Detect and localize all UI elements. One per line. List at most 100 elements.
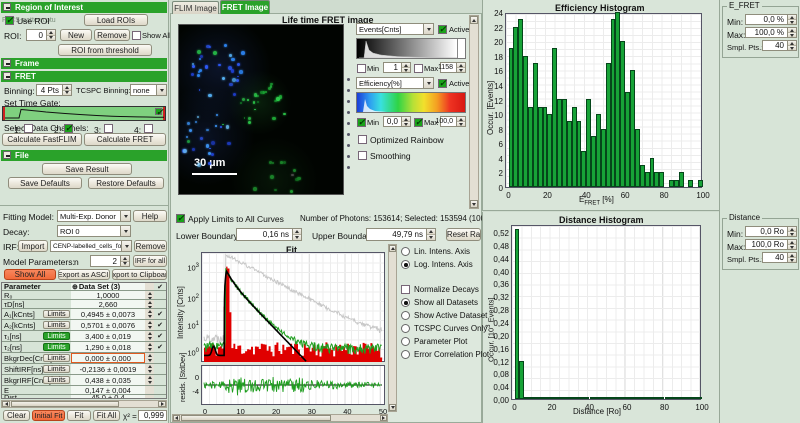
- scroll-up-icon[interactable]: [389, 245, 396, 252]
- param-fixed-check[interactable]: ✔: [154, 342, 166, 352]
- initial-fit-button[interactable]: Initial Fit: [32, 410, 65, 421]
- channel2-max-spinner[interactable]: 100,0: [440, 116, 466, 127]
- dropdown-arrow-icon[interactable]: [120, 226, 130, 236]
- dropdown-arrow-icon[interactable]: [423, 78, 433, 88]
- limits-button[interactable]: Limits: [43, 321, 70, 329]
- channel-checkbox[interactable]: [144, 124, 153, 133]
- channel1-min-checkbox[interactable]: [357, 64, 366, 73]
- dropdown-arrow-icon[interactable]: [120, 211, 130, 221]
- spinner-arrows-icon[interactable]: [787, 227, 796, 236]
- param-fixed-check[interactable]: ✔: [154, 320, 166, 330]
- param-value-cell[interactable]: 1,290 ± 0,018: [71, 342, 145, 352]
- restore-defaults-button[interactable]: Restore Defaults: [88, 177, 164, 189]
- param-value-cell[interactable]: 0,000 ± 0,000: [71, 353, 145, 363]
- save-result-button[interactable]: Save Result: [42, 163, 132, 175]
- param-spinner[interactable]: [145, 331, 154, 341]
- limits-button[interactable]: Limits: [43, 310, 70, 318]
- spinner-arrows-icon[interactable]: [426, 229, 435, 240]
- limits-button[interactable]: Limits: [43, 343, 70, 351]
- spinner-arrows-icon[interactable]: [46, 30, 55, 40]
- option-show-active-dataset[interactable]: [401, 311, 410, 320]
- param-value-cell[interactable]: -0,2136 ± 0,0019: [71, 364, 145, 374]
- efret-min-spinner[interactable]: 0,0 %: [745, 14, 797, 25]
- dropdown-arrow-icon[interactable]: [156, 85, 166, 95]
- roi-from-threshold-button[interactable]: ROI from threshold: [58, 44, 152, 56]
- param-value-cell[interactable]: 0,5701 ± 0,0076: [71, 320, 145, 330]
- param-value-cell[interactable]: 0,4945 ± 0,0073: [71, 309, 145, 319]
- fret-section-header[interactable]: FRET: [1, 71, 167, 82]
- spinner-arrows-icon[interactable]: [787, 253, 796, 262]
- export-clipboard-button[interactable]: Export to Clipboard: [112, 269, 167, 280]
- spinner-arrows-icon[interactable]: [787, 240, 796, 249]
- spinner-arrows-icon[interactable]: [401, 117, 410, 126]
- param-fixed-check[interactable]: [154, 364, 166, 374]
- collapse-icon[interactable]: [3, 59, 11, 67]
- limits-button[interactable]: Limits: [43, 376, 70, 384]
- spinner-arrows-icon[interactable]: [401, 63, 410, 72]
- intensity-gradient-bar[interactable]: [356, 38, 466, 59]
- lower-boundary-spinner[interactable]: 0,16 ns: [236, 228, 302, 241]
- smoothing-checkbox[interactable]: [358, 151, 367, 160]
- limits-button[interactable]: Limits: [43, 365, 70, 373]
- scroll-left-icon[interactable]: [173, 415, 180, 421]
- channel2-max-checkbox[interactable]: [414, 118, 423, 127]
- param-fixed-check[interactable]: [154, 375, 166, 385]
- channel-checkbox[interactable]: [24, 124, 33, 133]
- irf-for-all-button[interactable]: IRF for all: [133, 255, 167, 267]
- param-fixed-check[interactable]: [154, 300, 166, 308]
- dropdown-arrow-icon[interactable]: [121, 241, 131, 251]
- image-panel-v-scrollbar[interactable]: [469, 15, 479, 209]
- fit-all-button[interactable]: Fit All: [93, 410, 120, 421]
- param-value-cell[interactable]: 0,147 ± 0,004: [71, 386, 145, 394]
- fit-h-scrollbar[interactable]: [172, 414, 388, 422]
- reset-range-button[interactable]: Reset Ra: [446, 228, 481, 241]
- upper-boundary-spinner[interactable]: 49,79 ns: [366, 228, 436, 241]
- param-fixed-check[interactable]: [154, 291, 166, 299]
- param-fixed-check[interactable]: [154, 353, 166, 363]
- decay-dropdown[interactable]: ROI 0: [57, 225, 131, 237]
- param-value-cell[interactable]: 0,438 ± 0,035: [71, 375, 145, 385]
- rainbow-gradient-bar[interactable]: [356, 92, 466, 113]
- distance-histogram-plot[interactable]: [511, 225, 701, 400]
- distance-max-spinner[interactable]: 100,0 Ro: [745, 239, 797, 250]
- help-button[interactable]: Help: [133, 210, 167, 222]
- show-all-rois-checkbox[interactable]: [132, 31, 141, 40]
- collapse-icon[interactable]: [3, 72, 11, 80]
- fit-residuals-plot[interactable]: [201, 365, 385, 405]
- param-spinner[interactable]: [145, 364, 154, 374]
- option-parameter-plot[interactable]: [401, 337, 410, 346]
- tcspc-binning-dropdown[interactable]: none: [130, 84, 167, 96]
- n-spinner[interactable]: 2: [90, 255, 130, 267]
- channel2-min-checkbox[interactable]: [357, 118, 366, 127]
- param-value-cell[interactable]: 1,0000: [71, 291, 145, 299]
- splitter-handle[interactable]: [347, 78, 350, 169]
- limits-button[interactable]: Limits: [43, 332, 70, 340]
- irf-import-button[interactable]: Import: [18, 240, 48, 252]
- scroll-right-icon[interactable]: [380, 415, 387, 421]
- distance-min-spinner[interactable]: 0,0 Ro: [745, 226, 797, 237]
- fit-decay-plot[interactable]: [201, 252, 385, 362]
- table-h-scrollbar[interactable]: [1, 400, 167, 408]
- scroll-thumb[interactable]: [181, 415, 331, 421]
- roi-section-header[interactable]: Region of Interest: [1, 2, 167, 13]
- channel1-max-spinner[interactable]: 1158: [440, 62, 466, 73]
- optimized-rainbow-checkbox[interactable]: [358, 135, 367, 144]
- spinner-arrows-icon[interactable]: [787, 15, 796, 24]
- efficiency-histogram-plot[interactable]: [505, 13, 702, 188]
- param-spinner[interactable]: [145, 300, 154, 308]
- show-all-button[interactable]: Show All: [4, 269, 56, 280]
- scroll-thumb[interactable]: [11, 401, 119, 407]
- frame-section-header[interactable]: Frame: [1, 58, 167, 69]
- fit-button[interactable]: Fit: [67, 410, 91, 421]
- spinner-arrows-icon[interactable]: [456, 117, 465, 126]
- lifetime-fret-image[interactable]: 30 µm: [178, 24, 344, 195]
- spinner-arrows-icon[interactable]: [120, 256, 129, 266]
- param-spinner[interactable]: [145, 342, 154, 352]
- channel2-dropdown[interactable]: Efficiency[%]: [356, 77, 434, 89]
- spinner-arrows-icon[interactable]: [787, 28, 796, 37]
- option-lin-intens-axis[interactable]: [401, 247, 410, 256]
- param-spinner[interactable]: [145, 375, 154, 385]
- option-show-all-datasets[interactable]: [401, 298, 410, 307]
- irf-remove-button[interactable]: Remove: [134, 240, 167, 252]
- option-error-correlation-plot[interactable]: [401, 350, 410, 359]
